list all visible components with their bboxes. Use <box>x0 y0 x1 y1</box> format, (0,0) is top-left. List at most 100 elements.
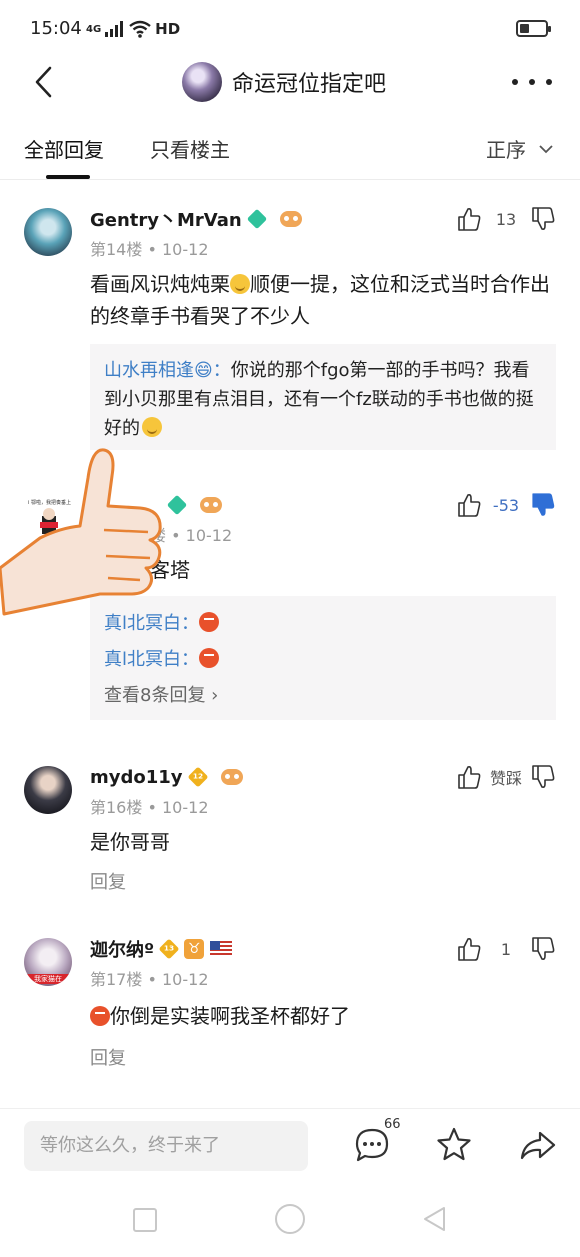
quote-author[interactable]: 山水再相逢😄： <box>104 360 231 381</box>
thumbs-down-icon[interactable] <box>530 206 556 232</box>
like-count: -53 <box>492 495 520 515</box>
member-badge-icon <box>166 494 188 516</box>
post-content: 看画风识炖炖栗 顺便一提，这位和泛式当时合作出的终章手书看哭了不少人 <box>90 268 560 332</box>
more-dot <box>529 79 535 85</box>
username[interactable]: mydo11y <box>90 767 183 788</box>
chevron-down-icon <box>539 144 553 153</box>
thumbs-down-icon[interactable] <box>530 764 556 790</box>
like-count: 1 <box>500 939 512 959</box>
avatar-tag: 我家猫在 <box>24 974 72 984</box>
network-label: 4G <box>86 23 102 35</box>
thumbs-down-icon[interactable] <box>530 936 556 962</box>
sort-label: 正序 <box>486 138 526 162</box>
floor-number: 第16楼 <box>90 798 143 817</box>
post-content: 是刀客塔 <box>90 554 560 586</box>
post-content: 是你哥哥 <box>90 830 170 854</box>
forum-avatar <box>182 62 222 102</box>
view-more-label: 查看8条回复 <box>104 685 206 706</box>
forum-header[interactable]: 命运冠位指定吧 <box>182 60 386 104</box>
more-options-button[interactable] <box>512 66 552 98</box>
username[interactable]: Gentry丶MrVan <box>90 206 242 232</box>
home-button[interactable] <box>275 1204 305 1234</box>
smile-emoji-icon <box>90 560 110 580</box>
level-number: 13 <box>164 944 175 954</box>
sub-replies: 真l北冥白： 真l北冥白： 查看8条回复 › <box>90 596 556 720</box>
reply-button[interactable]: 回复 <box>90 1044 126 1070</box>
thumbs-up-icon[interactable] <box>456 206 482 232</box>
post-meta: 第16楼 • 10-12 <box>90 794 209 818</box>
smile-emoji-icon <box>142 417 162 437</box>
reply-input[interactable]: 等你这么久，终于来了 <box>24 1121 308 1171</box>
more-dot <box>512 79 518 85</box>
content-text: 是刀客塔 <box>110 558 190 582</box>
avatar[interactable]: 我家猫在 <box>24 938 72 986</box>
post-content: 你倒是实装啊我圣杯都好了 <box>90 1000 560 1032</box>
back-arrow-icon <box>35 66 52 98</box>
like-count: 13 <box>495 209 517 229</box>
thumbs-down-filled-icon[interactable] <box>530 492 556 518</box>
sub-reply-author[interactable]: 真l北冥白： <box>104 649 199 670</box>
gamepad-icon <box>220 769 243 785</box>
status-time: 15:04 <box>30 18 82 39</box>
username[interactable]: 迦尔纳º <box>90 936 154 962</box>
smile-emoji-icon <box>230 274 250 294</box>
hd-label: HD <box>155 20 181 38</box>
sub-reply-author[interactable]: 真l北冥白： <box>104 613 199 634</box>
post-meta: 第14楼 • 10-12 <box>90 236 209 260</box>
meta-separator: • <box>147 970 157 989</box>
vote-group: -53 <box>456 490 556 520</box>
tab-all-replies[interactable]: 全部回复 <box>24 134 104 163</box>
view-more-replies[interactable]: 查看8条回复 › <box>104 678 542 714</box>
us-flag-icon <box>210 941 233 957</box>
post-date: 10-12 <box>162 798 209 817</box>
chevron-right-icon: › <box>205 685 219 706</box>
vote-group: 1 <box>456 934 556 964</box>
sort-dropdown[interactable]: 正序 <box>486 134 554 163</box>
vote-group: 13 <box>456 204 556 234</box>
sub-reply-item[interactable]: 真l北冥白： <box>104 642 542 678</box>
post-date: 10-12 <box>185 526 233 545</box>
quoted-reply[interactable]: 山水再相逢😄：你说的那个fgo第一部的手书吗？我看到小贝那里有点泪目，还有一个f… <box>90 344 556 450</box>
battery-icon <box>516 20 551 37</box>
avatar[interactable] <box>24 208 72 256</box>
content-text: 看画风识炖炖栗 <box>90 272 230 296</box>
thumbs-up-icon[interactable] <box>456 936 482 962</box>
avatar[interactable] <box>24 766 72 814</box>
status-bar: 15:04 4G HD <box>0 0 580 58</box>
reply-tabs: 全部回复 只看楼主 正序 <box>0 122 580 180</box>
avatar[interactable]: i 鄂啦，我把奏垂上 <box>24 494 72 542</box>
wifi-icon <box>129 20 151 38</box>
recent-apps-button[interactable] <box>133 1208 157 1232</box>
level-badge-icon: 13 <box>158 938 180 960</box>
system-back-button[interactable] <box>420 1204 450 1234</box>
more-dot <box>546 79 552 85</box>
angry-emoji-icon <box>90 1006 110 1026</box>
meta-separator: • <box>147 240 157 259</box>
gamepad-icon <box>279 211 302 227</box>
floor-number: 第17楼 <box>90 970 143 989</box>
reply-button[interactable]: 回复 <box>90 868 126 894</box>
thumbs-up-icon[interactable] <box>456 764 482 790</box>
vote-label: 赞踩 <box>489 769 522 788</box>
svg-text:i 鄂啦，我把奏垂上: i 鄂啦，我把奏垂上 <box>28 499 71 506</box>
post-meta: 楼 • 10-12 <box>150 522 232 546</box>
angry-emoji-icon <box>199 648 220 668</box>
star-icon[interactable] <box>434 1125 474 1165</box>
system-navigation-bar <box>0 1184 580 1257</box>
thumbs-up-icon[interactable] <box>456 492 482 518</box>
share-icon[interactable] <box>518 1125 558 1165</box>
bottom-action-bar: 等你这么久，终于来了 66 <box>0 1108 580 1184</box>
member-badge-icon <box>246 208 267 230</box>
taurus-icon: ♉ <box>184 939 205 959</box>
level-number: 12 <box>192 772 203 782</box>
comment-count-badge: 66 <box>384 1117 401 1132</box>
forum-title: 命运冠位指定吧 <box>232 72 387 97</box>
post-date: 10-12 <box>162 970 209 989</box>
sub-reply-item[interactable]: 真l北冥白： <box>104 606 542 642</box>
status-icons: 4G HD <box>86 17 180 41</box>
back-button[interactable] <box>28 62 68 102</box>
level-badge-icon: 12 <box>187 766 208 788</box>
content-text: 你倒是实装啊我圣杯都好了 <box>110 1004 350 1028</box>
floor-number: 楼 <box>150 526 167 545</box>
tab-owner-only[interactable]: 只看楼主 <box>150 134 230 163</box>
